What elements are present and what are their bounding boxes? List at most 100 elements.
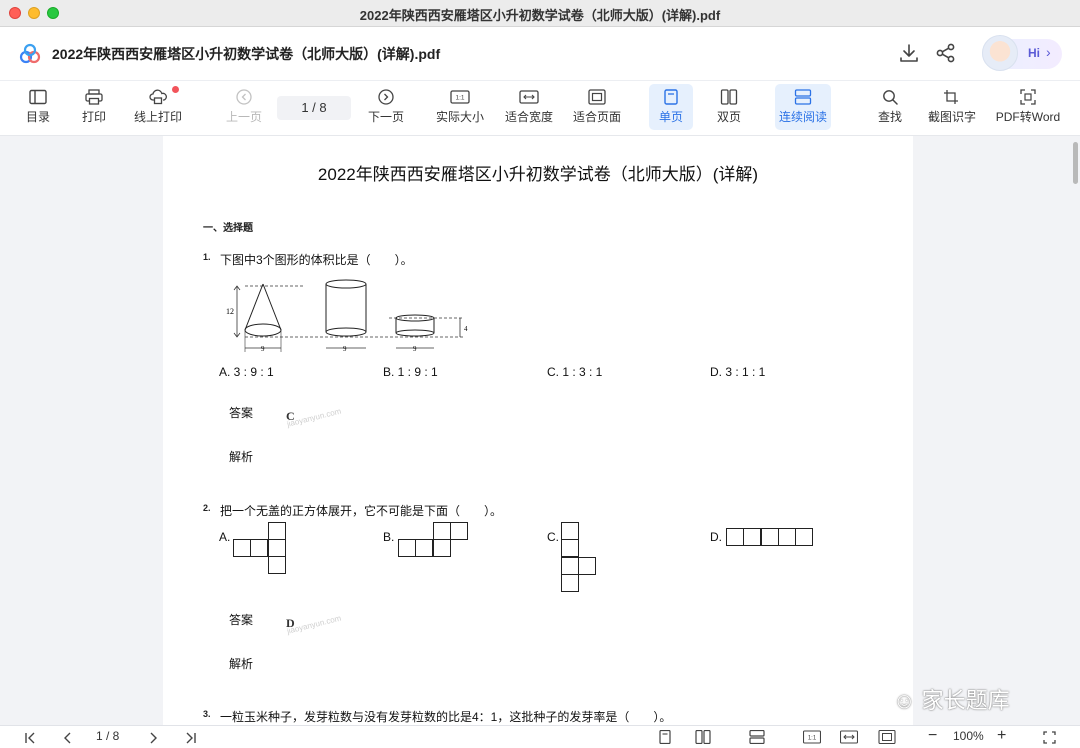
first-page-icon[interactable] (24, 732, 36, 744)
crop-icon (944, 90, 958, 104)
option-d: D. 3 : 1 : 1 (710, 365, 766, 379)
window-titlebar: 2022年陕西西安雁塔区小升初数学试卷（北师大版）(详解).pdf (0, 0, 1080, 27)
notification-badge (172, 86, 179, 93)
answer-label: 答案 (229, 406, 254, 420)
option-c: C. (547, 530, 559, 544)
ocr-button[interactable]: 截图识字 (926, 84, 978, 130)
svg-text:9: 9 (261, 345, 265, 353)
svg-text:9: 9 (343, 345, 347, 353)
next-page-icon[interactable] (148, 732, 158, 744)
convert-icon (1020, 89, 1036, 105)
actual-size-button[interactable]: 1:1 实际大小 (433, 84, 487, 130)
paper-title: 2022年陕西西安雁塔区小升初数学试卷（北师大版）(详解) (317, 165, 759, 184)
chevron-right-circle-icon (378, 89, 394, 105)
printer-icon (85, 89, 103, 105)
single-page-button[interactable]: 单页 (649, 84, 693, 130)
toc-icon (29, 89, 47, 105)
prev-page-button[interactable]: 上一页 (222, 84, 266, 130)
question-text: 下图中3个图形的体积比是（ ）。 (220, 253, 413, 267)
question-number: 1. (203, 252, 211, 262)
online-print-label: 线上打印 (133, 110, 182, 124)
question-text: 把一个无盖的正方体展开，它不可能是下面（ ）。 (220, 504, 503, 518)
overlay-watermark: ☺ 家长题库 (893, 683, 1010, 715)
find-button[interactable]: 查找 (868, 84, 912, 130)
section-heading: 一、选择题 (203, 223, 253, 234)
search-icon (883, 90, 898, 105)
prev-page-icon[interactable] (63, 732, 73, 744)
document-title: 2022年陕西西安雁塔区小升初数学试卷（北师大版）(详解).pdf (52, 46, 441, 62)
single-page-icon (664, 89, 678, 105)
app-logo-icon (19, 43, 41, 64)
option-a: A. (219, 530, 231, 544)
fit-page-button[interactable]: 适合页面 (570, 84, 624, 130)
page-number-input[interactable]: 1 / 8 (277, 96, 351, 120)
print-label: 打印 (81, 110, 106, 124)
next-page-button[interactable]: 下一页 (364, 84, 408, 130)
online-print-button[interactable]: 线上打印 (128, 84, 188, 130)
window-title: 2022年陕西西安雁塔区小升初数学试卷（北师大版）(详解).pdf (359, 8, 721, 23)
zoom-out-button[interactable]: − (928, 727, 937, 745)
double-page-label: 双页 (716, 110, 741, 124)
option-b: B. (383, 530, 395, 544)
fit-page-label: 适合页面 (572, 110, 621, 124)
actual-size-icon[interactable]: 1:1 (803, 730, 821, 744)
assistant-avatar (982, 35, 1018, 71)
app-header: 2022年陕西西安雁塔区小升初数学试卷（北师大版）(详解).pdf Hi › (0, 27, 1080, 81)
svg-text:4: 4 (464, 325, 468, 333)
pdf-to-word-label: PDF转Word (995, 110, 1061, 124)
toc-button[interactable]: 目录 (18, 84, 58, 130)
fit-width-icon (519, 90, 539, 104)
option-b: B. 1 : 9 : 1 (383, 365, 438, 379)
question-number: 3. (203, 709, 211, 719)
option-c: C. 1 : 3 : 1 (547, 365, 603, 379)
document-viewer[interactable]: 2022年陕西西安雁塔区小升初数学试卷（北师大版）(详解) 一、选择题 1. 下… (0, 136, 1080, 725)
ocr-label: 截图识字 (927, 110, 976, 124)
bottom-bar: 1 / 8 1:1 − 100% + (0, 725, 1080, 748)
fullscreen-icon[interactable] (1043, 731, 1056, 744)
next-page-label: 下一页 (367, 110, 404, 124)
assistant-button[interactable]: Hi › (982, 35, 1062, 71)
wechat-icon: ☺ (893, 688, 916, 713)
single-page-label: 单页 (658, 110, 683, 124)
single-page-view-icon[interactable] (657, 730, 673, 744)
print-button[interactable]: 打印 (74, 84, 114, 130)
analysis-label: 解析 (229, 450, 254, 464)
double-page-button[interactable]: 双页 (707, 84, 751, 130)
svg-text:1:1: 1:1 (455, 95, 464, 102)
actual-size-label: 实际大小 (435, 110, 484, 124)
vertical-scrollbar[interactable] (1073, 142, 1078, 184)
bottom-page-indicator[interactable]: 1 / 8 (96, 729, 119, 743)
question-1-figure: 12 9 9 4 9 (226, 279, 468, 353)
last-page-icon[interactable] (185, 732, 197, 744)
prev-page-label: 上一页 (225, 110, 262, 124)
zoom-level[interactable]: 100% (953, 729, 984, 743)
double-page-view-icon[interactable] (695, 730, 711, 744)
fit-width-label: 适合宽度 (504, 110, 553, 124)
svg-text:9: 9 (413, 345, 417, 353)
fit-width-icon[interactable] (840, 730, 858, 744)
actual-size-icon: 1:1 (450, 90, 470, 104)
share-icon[interactable] (934, 41, 958, 65)
question-text: 一粒玉米种子，发芽粒数与没有发芽粒数的比是4：1，这批种子的发芽率是（ ）。 (220, 710, 672, 724)
continuous-view-icon[interactable] (749, 730, 765, 744)
find-label: 查找 (877, 110, 902, 124)
fit-page-icon (588, 89, 606, 105)
double-page-icon (720, 89, 738, 105)
svg-text:1:1: 1:1 (808, 736, 817, 742)
fit-width-button[interactable]: 适合宽度 (502, 84, 556, 130)
pdf-to-word-button[interactable]: PDF转Word (994, 84, 1062, 130)
toolbar: 目录 打印 线上打印 上一页 1 / 8 下一页 1:1 实际大小 适合宽度 适… (0, 81, 1080, 136)
question-number: 2. (203, 503, 211, 513)
continuous-reading-button[interactable]: 连续阅读 (775, 84, 831, 130)
pdf-page: 2022年陕西西安雁塔区小升初数学试卷（北师大版）(详解) 一、选择题 1. 下… (163, 136, 913, 725)
continuous-reading-icon (794, 89, 812, 105)
zoom-in-button[interactable]: + (997, 727, 1006, 745)
fit-page-icon[interactable] (878, 730, 896, 744)
answer-label: 答案 (229, 613, 254, 627)
svg-text:12: 12 (226, 307, 234, 316)
toc-label: 目录 (25, 110, 50, 124)
assistant-label: Hi (1028, 46, 1040, 60)
continuous-reading-label: 连续阅读 (778, 110, 827, 124)
download-icon[interactable] (897, 41, 921, 65)
option-a: A. 3 : 9 : 1 (219, 365, 274, 379)
